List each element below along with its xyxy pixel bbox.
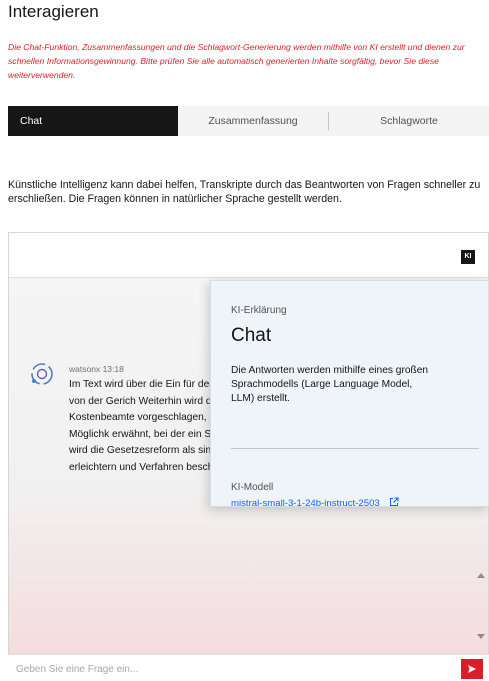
scroll-down-icon[interactable] bbox=[477, 634, 485, 639]
popover-kicker: KI-Erklärung bbox=[231, 305, 287, 316]
external-link-icon bbox=[390, 497, 399, 506]
tab-list: Chat Zusammenfassung Schlagworte bbox=[8, 106, 489, 136]
ki-explanation-popover: KI-Erklärung Chat Die Antworten werden m… bbox=[210, 280, 489, 509]
ai-disclaimer: Die Chat-Funktion, Zusammenfassungen und… bbox=[8, 42, 465, 80]
scroll-up-icon[interactable] bbox=[477, 573, 485, 578]
popover-title: Chat bbox=[231, 325, 272, 346]
popover-divider bbox=[231, 448, 479, 449]
tab-chat[interactable]: Chat bbox=[8, 106, 178, 136]
send-icon bbox=[468, 665, 476, 673]
model-link[interactable]: mistral-small-3-1-24b-instruct-2503 bbox=[231, 497, 399, 509]
tab-zusammenfassung[interactable]: Zusammenfassung bbox=[178, 106, 328, 136]
question-input[interactable] bbox=[14, 659, 448, 679]
tab-schlagworte[interactable]: Schlagworte bbox=[329, 106, 489, 136]
model-name: mistral-small-3-1-24b-instruct-2503 bbox=[231, 498, 380, 509]
chat-input-bar bbox=[8, 654, 489, 681]
message-time: 13:18 bbox=[102, 364, 124, 374]
chat-scrollbar[interactable] bbox=[477, 573, 485, 639]
chat-toolbar: KI bbox=[9, 233, 488, 278]
model-label: KI-Modell bbox=[231, 482, 274, 493]
message-sender: watsonx bbox=[69, 364, 101, 374]
section-title: Interagieren bbox=[8, 2, 99, 21]
send-button[interactable] bbox=[461, 659, 483, 679]
chat-intro-text: Künstliche Intelligenz kann dabei helfen… bbox=[8, 179, 481, 205]
message-meta: watsonx 13:18 bbox=[69, 364, 124, 374]
ki-badge[interactable]: KI bbox=[461, 250, 475, 264]
popover-description: Die Antworten werden mithilfe eines groß… bbox=[231, 365, 429, 404]
watsonx-avatar-icon bbox=[31, 363, 53, 385]
